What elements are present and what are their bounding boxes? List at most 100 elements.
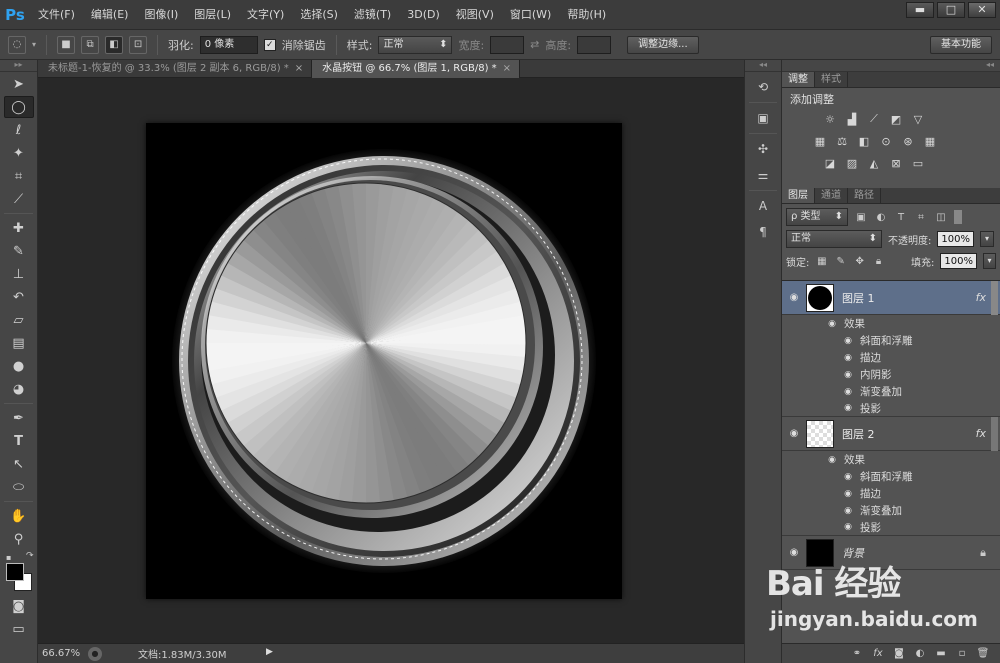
menu-view[interactable]: 视图(V) [448,0,502,30]
lock-position-icon[interactable]: ✥ [853,254,866,268]
gradient-map-icon[interactable]: ▭ [910,155,926,171]
effects-header[interactable]: ◉ 效果 [782,315,1000,332]
filter-adjustment-icon[interactable]: ◐ [874,210,888,224]
channel-mixer-icon[interactable]: ⊛ [900,133,916,149]
status-info-icon[interactable]: ● [88,646,102,661]
effect-stroke[interactable]: ◉ 描边 [782,485,1000,502]
posterize-icon[interactable]: ▨ [844,155,860,171]
filter-shape-icon[interactable]: ⌗ [914,210,928,224]
minimize-button[interactable]: ▬ [906,2,934,18]
blend-mode-select[interactable]: 正常 ⬍ [786,230,882,248]
vibrance-icon[interactable]: ▽ [910,111,926,127]
blur-tool-icon[interactable]: ● [4,355,34,377]
close-tab-icon[interactable]: × [503,63,511,74]
eyedropper-tool-icon[interactable]: ⟋ [4,188,34,210]
brush-tool-icon[interactable]: ✎ [4,240,34,262]
add-mask-icon[interactable]: ◙ [892,647,906,661]
invert-icon[interactable]: ◪ [822,155,838,171]
strip-grip-icon[interactable]: ◂◂ [745,60,781,72]
elliptical-marquee-preset-icon[interactable]: ◌ [8,35,26,54]
new-selection-icon[interactable]: ■ [57,35,76,54]
preset-dropdown-arrow-icon[interactable]: ▾ [32,40,36,49]
color-lookup-icon[interactable]: ▦ [922,133,938,149]
effect-drop-shadow[interactable]: ◉ 投影 [782,519,1000,536]
tab-channels[interactable]: 通道 [815,188,848,203]
effect-drop-shadow[interactable]: ◉ 投影 [782,400,1000,417]
visibility-eye-icon[interactable]: ◉ [782,547,806,558]
screen-mode-icon[interactable]: ▭ [4,618,34,640]
history-panel-icon[interactable]: ⟲ [751,76,775,98]
selective-color-icon[interactable]: ⊠ [888,155,904,171]
zoom-level-field[interactable]: 66.67% [38,648,82,659]
fill-dropdown-icon[interactable]: ▾ [982,253,997,269]
brush-presets-icon[interactable]: ⚌ [751,164,775,186]
intersect-selection-icon[interactable]: ⊡ [129,35,148,54]
visibility-eye-icon[interactable]: ◉ [842,489,854,499]
add-selection-icon[interactable]: ⧉ [81,35,100,54]
photo-filter-icon[interactable]: ⊙ [878,133,894,149]
eraser-tool-icon[interactable]: ▱ [4,309,34,331]
effect-stroke[interactable]: ◉ 描边 [782,349,1000,366]
layer-list-scrollbar[interactable] [991,281,998,315]
swap-colors-icon[interactable]: ↷ [26,551,34,561]
tab-adjustments[interactable]: 调整 [782,72,815,87]
filter-pixel-icon[interactable]: ▣ [854,210,868,224]
swap-icon[interactable]: ⇄ [530,38,539,51]
menu-help[interactable]: 帮助(H) [559,0,614,30]
visibility-eye-icon[interactable]: ◉ [826,455,838,465]
healing-brush-tool-icon[interactable]: ✚ [4,217,34,239]
crop-tool-icon[interactable]: ⌗ [4,165,34,187]
exposure-icon[interactable]: ◩ [888,111,904,127]
layer-filter-select[interactable]: ρ 类型 ⬍ [786,208,848,226]
quick-mask-icon[interactable]: ◙ [4,595,34,617]
filter-toggle-icon[interactable] [954,210,962,224]
menu-image[interactable]: 图像(I) [136,0,186,30]
subtract-selection-icon[interactable]: ◧ [105,35,124,54]
link-layers-icon[interactable]: ⚭ [850,647,864,661]
elliptical-marquee-tool-icon[interactable]: ◯ [3,96,34,118]
curves-icon[interactable]: ⟋ [866,111,882,127]
effect-gradient-overlay[interactable]: ◉ 渐变叠加 [782,502,1000,519]
move-tool-icon[interactable]: ➤ [4,73,34,95]
visibility-eye-icon[interactable]: ◉ [842,472,854,482]
layer-item-background[interactable]: ◉ 背景 🔒︎ [782,536,1000,570]
menu-filter[interactable]: 滤镜(T) [346,0,399,30]
filter-smart-object-icon[interactable]: ◫ [934,210,948,224]
visibility-eye-icon[interactable]: ◉ [782,292,806,303]
visibility-eye-icon[interactable]: ◉ [782,428,806,439]
menu-file[interactable]: 文件(F) [30,0,83,30]
effect-gradient-overlay[interactable]: ◉ 渐变叠加 [782,383,1000,400]
type-tool-icon[interactable]: T [4,430,34,452]
status-menu-arrow-icon[interactable]: ▶ [266,647,278,661]
new-group-icon[interactable]: ▬ [934,647,948,661]
visibility-eye-icon[interactable]: ◉ [826,319,838,329]
magic-wand-tool-icon[interactable]: ✦ [4,142,34,164]
menu-edit[interactable]: 编辑(E) [83,0,137,30]
antialias-checkbox[interactable]: ✓ [263,38,276,51]
add-layer-style-icon[interactable]: fx [871,647,885,661]
refine-edge-button[interactable]: 调整边缘... [627,35,699,54]
filter-type-icon[interactable]: T [894,210,908,224]
lock-all-icon[interactable]: 🔒︎ [872,254,885,268]
toolbar-grip-icon[interactable]: ▸▸ [0,60,37,72]
tab-untitled-restored[interactable]: 未标题-1-恢复的 @ 33.3% (图层 2 副本 6, RGB/8) * × [38,60,313,78]
layer-item-layer-2[interactable]: ◉ 图层 2 fx [782,417,1000,451]
lasso-tool-icon[interactable]: ℓ [4,119,34,141]
tab-crystal-button[interactable]: 水晶按钮 @ 66.7% (图层 1, RGB/8) * × [312,60,521,78]
tab-layers[interactable]: 图层 [782,188,815,203]
brightness-contrast-icon[interactable]: ☼ [822,111,838,127]
tab-paths[interactable]: 路径 [848,188,881,203]
path-selection-tool-icon[interactable]: ↖ [4,453,34,475]
color-balance-icon[interactable]: ⚖ [834,133,850,149]
visibility-eye-icon[interactable]: ◉ [842,336,854,346]
lock-transparent-icon[interactable]: ▦ [815,254,828,268]
effects-header[interactable]: ◉ 效果 [782,451,1000,468]
tab-styles[interactable]: 样式 [815,72,848,87]
character-panel-icon[interactable]: A [751,195,775,217]
close-button[interactable]: ✕ [968,2,996,18]
style-select[interactable]: 正常 ⬍ [378,35,453,54]
pen-tool-icon[interactable]: ✒ [4,407,34,429]
lock-image-icon[interactable]: ✎ [834,254,847,268]
visibility-eye-icon[interactable]: ◉ [842,387,854,397]
fx-icon[interactable]: fx [976,291,986,304]
